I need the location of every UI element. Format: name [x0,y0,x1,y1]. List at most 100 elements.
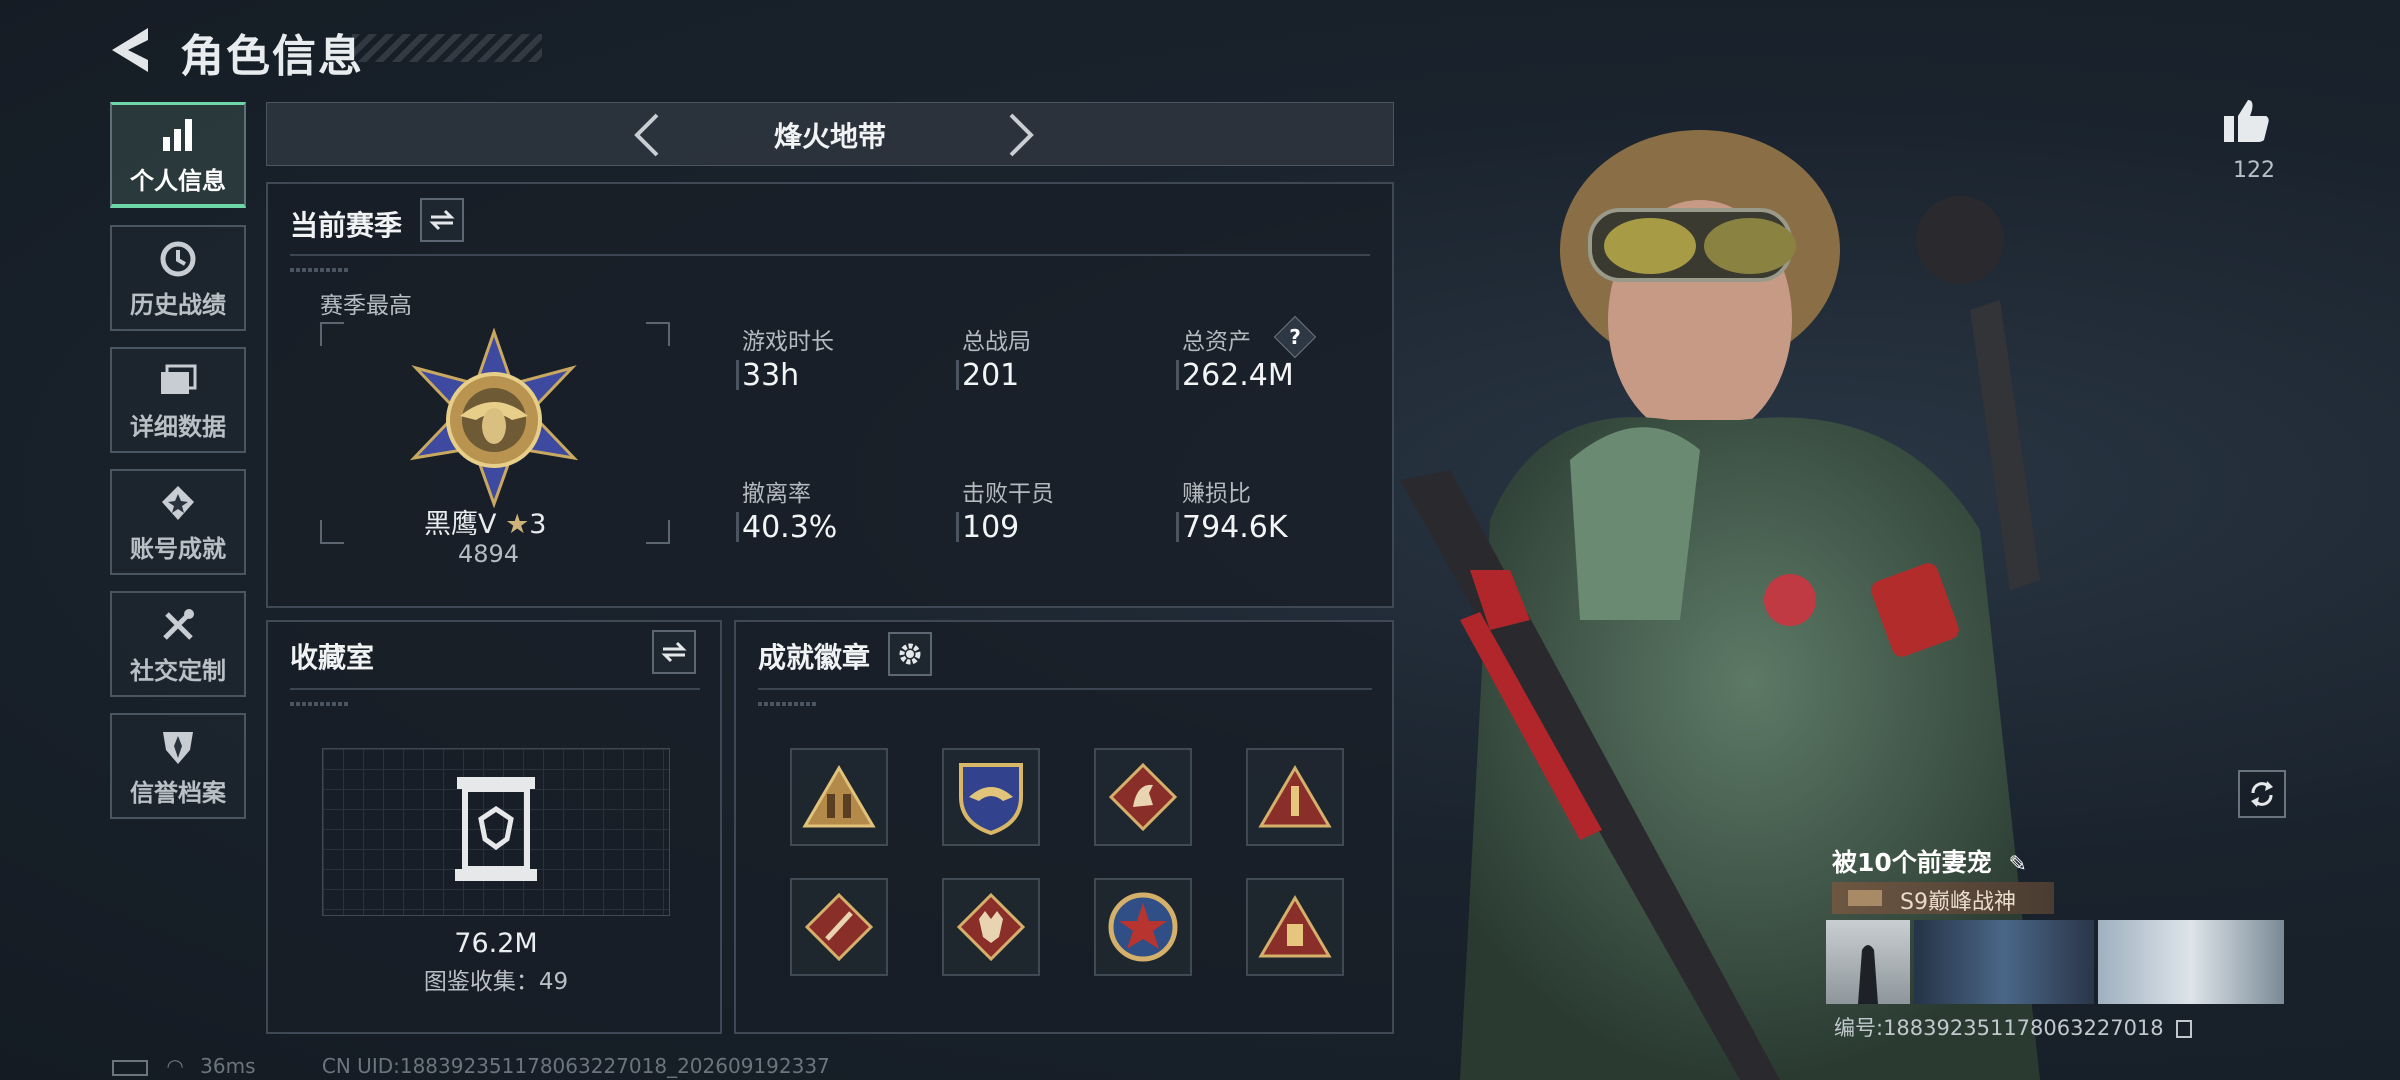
sidebar-item-label: 信誉档案 [130,778,226,807]
collection-value: 76.2M [454,928,538,959]
gallery-thumb-1[interactable] [1826,920,1910,1004]
divider-decoration [290,268,350,272]
stat-label-playtime: 游戏时长 [742,329,834,355]
sidebar-item-detailed-data[interactable]: 详细数据 [110,347,246,453]
title-emblem-icon [1848,890,1882,906]
swap-icon [429,209,455,231]
swap-collection-button[interactable] [652,630,696,674]
sidebar-item-history[interactable]: 历史战绩 [110,225,246,331]
frame-corner [320,520,344,544]
copy-icon[interactable] [2176,1020,2193,1038]
season-best-label: 赛季最高 [320,293,412,319]
rocket-badge-icon[interactable] [1246,748,1344,846]
rank-name: 黑鹰V ★3 [424,502,546,541]
stat-value-extract-rate: 40.3% [742,510,838,545]
star-medal-badge-icon[interactable] [1094,878,1192,976]
frame-corner [320,322,344,346]
stat-bar [736,360,739,390]
stat-bar [736,512,739,542]
sidebar-item-social[interactable]: 社交定制 [110,591,246,697]
sidebar-item-reputation[interactable]: 信誉档案 [110,713,246,819]
divider [290,254,1370,256]
stat-value-kills: 109 [962,510,1020,545]
stat-value-assets: 262.4M [1182,358,1294,393]
achievement-icon [160,481,196,525]
uid-text: 编号:188392351178063227018 [1834,1016,2164,1040]
ping: 36ms [200,1054,256,1078]
page-title: 角色信息 [180,31,364,82]
divider [758,688,1372,690]
edit-pencil-icon[interactable]: ✎ [2009,852,2027,877]
back-arrow-icon[interactable] [108,24,152,76]
achievements-settings-button[interactable] [888,632,932,676]
player-uid: 编号:188392351178063227018 [1834,1012,2193,1042]
display-case-icon [455,777,537,881]
status-bar: ◠ 36ms CN UID:188392351178063227018_2026… [112,1054,830,1078]
rank-medal-icon [409,328,579,508]
frame-corner [646,322,670,346]
sidebar-item-label: 账号成就 [130,534,226,563]
title-tag-text: S9巅峰战神 [1900,890,2016,915]
rank-name-text: 黑鹰V [424,509,497,540]
tank-badge-icon[interactable] [1246,878,1344,976]
achievements-panel: 成就徽章 [734,620,1394,1034]
footer-uid: CN UID:188392351178063227018_20260919233… [321,1054,830,1078]
divider-decoration [758,702,818,706]
refresh-button[interactable] [2238,770,2286,818]
refresh-icon [2251,781,2273,807]
battery-icon [112,1059,148,1076]
help-icon-glyph: ? [1289,325,1301,349]
stat-label-kills: 击败干员 [962,481,1054,507]
like-count: 122 [2233,158,2275,183]
stat-bar [956,512,959,542]
gallery-thumb-3[interactable] [2098,920,2284,1004]
rank-stars: 3 [529,509,547,540]
collection-title: 收藏室 [290,641,375,674]
swap-icon [661,641,687,663]
wifi-icon: ◠ [166,1054,184,1078]
stat-value-profit-ratio: 794.6K [1182,510,1288,545]
season-title: 当前赛季 [290,209,403,242]
season-panel: 当前赛季 赛季最高 黑鹰V ★3 4894 游戏时长 33h 总战局 201 总… [266,182,1394,608]
frame-corner [646,520,670,544]
title-tag[interactable]: S9巅峰战神 [1832,882,2054,915]
chevron-right-icon[interactable] [1001,111,1041,159]
stat-label-matches: 总战局 [962,329,1031,355]
catalog-count: 图鉴收集：49 [423,969,569,995]
mode-selector: 烽火地带 [266,102,1394,166]
history-icon [159,237,197,281]
collection-panel: 收藏室 76.2M 图鉴收集：49 [266,620,722,1034]
stat-label-extract-rate: 撤离率 [742,481,811,507]
swap-season-button[interactable] [420,198,464,242]
collection-preview[interactable] [322,748,670,916]
sidebar-item-achievements[interactable]: 账号成就 [110,469,246,575]
star-icon: ★ [505,509,530,540]
knife-badge-icon[interactable] [790,878,888,976]
sidebar-item-label: 社交定制 [130,656,226,685]
sidebar-item-label: 详细数据 [130,412,226,441]
divider [290,688,700,690]
gear-icon [899,643,921,665]
stat-bar [1176,512,1179,542]
soldiers-badge-icon[interactable] [790,748,888,846]
stat-value-matches: 201 [962,358,1020,393]
nickname-text: 被10个前妻宠 [1832,848,1992,877]
shield-icon [160,725,196,769]
divider-decoration [290,702,350,706]
mode-name: 烽火地带 [773,120,886,153]
stat-value-playtime: 33h [742,358,800,393]
gallery-thumb-2[interactable] [1914,920,2094,1004]
sidebar-item-label: 个人信息 [130,167,226,195]
stat-label-assets: 总资产 [1182,329,1251,355]
bar-chart-icon [160,113,196,157]
thumbs-up-icon[interactable] [2222,96,2272,146]
folder-icon [159,359,197,403]
rank-points: 4894 [458,540,520,568]
eagle-shield-badge-icon[interactable] [942,748,1040,846]
tools-icon [159,603,197,647]
wolf-badge-icon[interactable] [942,878,1040,976]
player-nickname: 被10个前妻宠 ✎ [1832,843,2027,879]
stat-label-profit-ratio: 赚损比 [1182,481,1251,507]
sidebar-item-personal-info[interactable]: 个人信息 [110,102,246,208]
horse-badge-icon[interactable] [1094,748,1192,846]
